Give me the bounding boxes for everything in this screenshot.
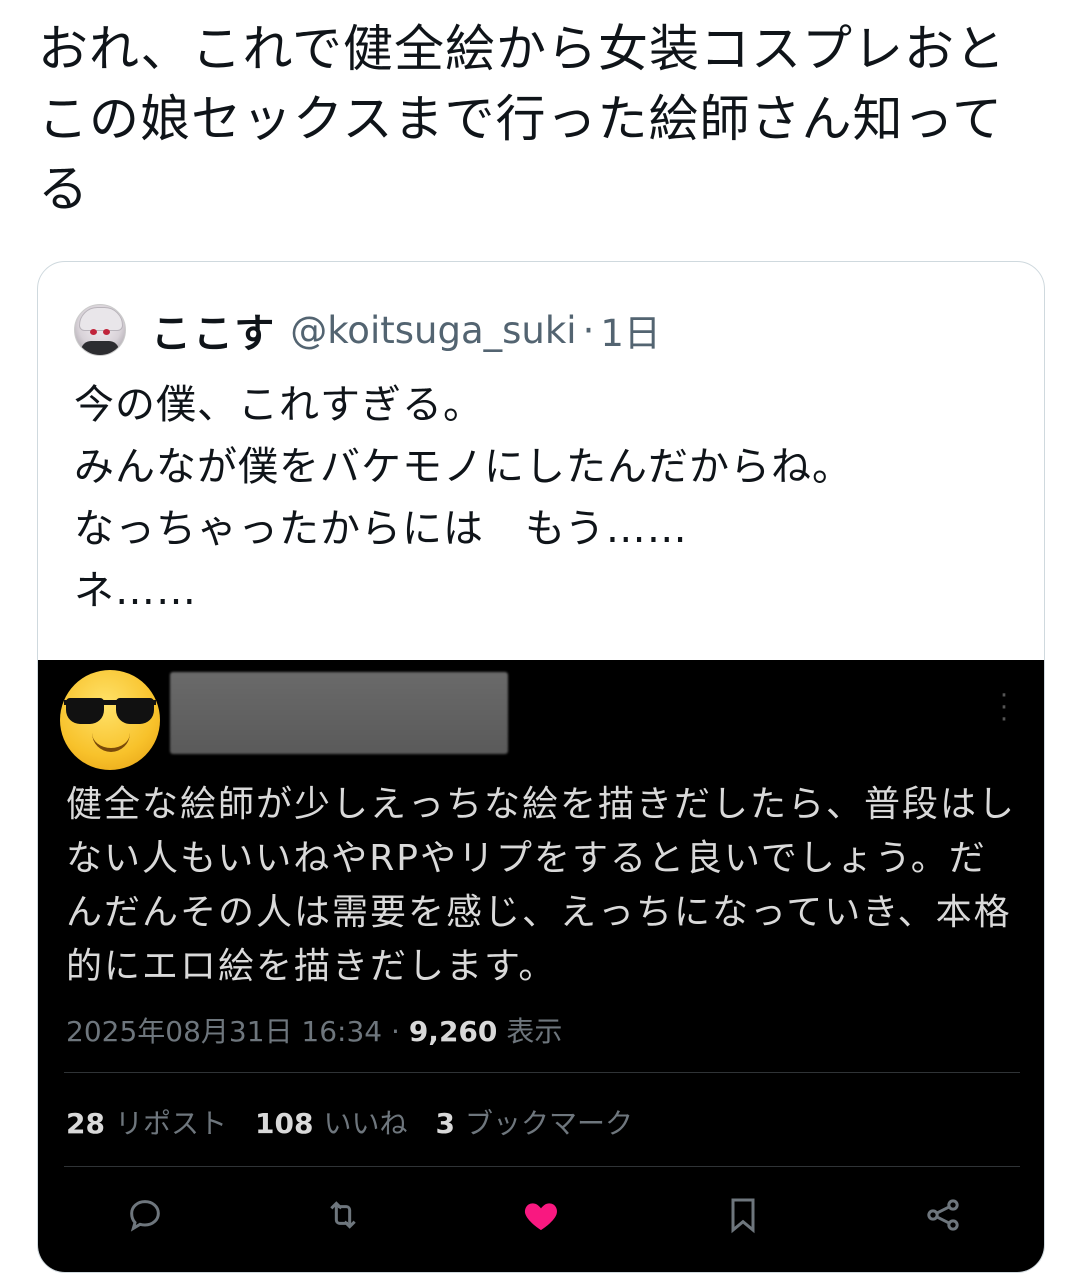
separator-dot: · xyxy=(391,1015,400,1048)
attached-screenshot[interactable]: · · · 健全な絵師が少しえっちな絵を描きだしたら、普段はしない人もいいねやRPや… xyxy=(38,660,1044,1272)
reposts-count: 28 xyxy=(66,1107,105,1140)
engagement-stats: 28 リポスト 108 いいね 3 ブックマーク xyxy=(66,1102,633,1142)
screenshot-post-text: 健全な絵師が少しえっちな絵を描きだしたら、普段はしない人もいいねやRPやリプをす… xyxy=(66,784,1017,987)
views-count: 9,260 xyxy=(408,1015,498,1048)
sunglasses-emoji-avatar-icon xyxy=(60,670,160,770)
retweet-icon xyxy=(318,1190,368,1240)
action-bar xyxy=(38,1190,1044,1240)
censored-username xyxy=(170,672,508,754)
reposts-stat: 28 リポスト xyxy=(66,1102,227,1142)
quote-text: 今の僕、これすぎる。 みんなが僕をバケモノにしたんだからね。 なっちゃったからに… xyxy=(74,382,853,614)
reposts-label: リポスト xyxy=(114,1107,227,1140)
bookmarks-label: ブックマーク xyxy=(464,1107,633,1140)
more-options-icon: · · · xyxy=(999,681,1009,735)
likes-count: 108 xyxy=(254,1107,314,1140)
share-icon xyxy=(918,1190,968,1240)
bookmark-icon xyxy=(718,1190,768,1240)
divider xyxy=(64,1166,1020,1167)
tweet-text: おれ、これで健全絵から女装コスプレおとこの娘セックスまで行った絵師さん知ってる xyxy=(38,20,1006,218)
likes-label: いいね xyxy=(323,1107,408,1140)
divider xyxy=(64,1072,1020,1073)
screenshot-timestamp: 2025年08月31日 16:34 xyxy=(66,1015,383,1048)
likes-stat: 108 いいね xyxy=(255,1102,407,1142)
separator-dot: · xyxy=(582,308,595,352)
views-label: 表示 xyxy=(506,1015,563,1048)
quote-tweet-card[interactable]: ここす @koitsuga_suki · 1日 今の僕、これすぎる。 みんなが僕… xyxy=(37,261,1045,1273)
author-handle[interactable]: @koitsuga_suki xyxy=(290,309,576,352)
quote-header: ここす @koitsuga_suki · 1日 xyxy=(74,300,661,360)
screenshot-meta: 2025年08月31日 16:34 · 9,260 表示 xyxy=(66,1010,562,1050)
post-time[interactable]: 1日 xyxy=(600,303,661,357)
avatar[interactable] xyxy=(74,304,126,356)
like-icon xyxy=(516,1190,566,1240)
bookmarks-stat: 3 ブックマーク xyxy=(435,1102,633,1142)
reply-icon xyxy=(120,1190,170,1240)
bookmarks-count: 3 xyxy=(435,1107,455,1140)
author-name[interactable]: ここす xyxy=(151,301,276,359)
